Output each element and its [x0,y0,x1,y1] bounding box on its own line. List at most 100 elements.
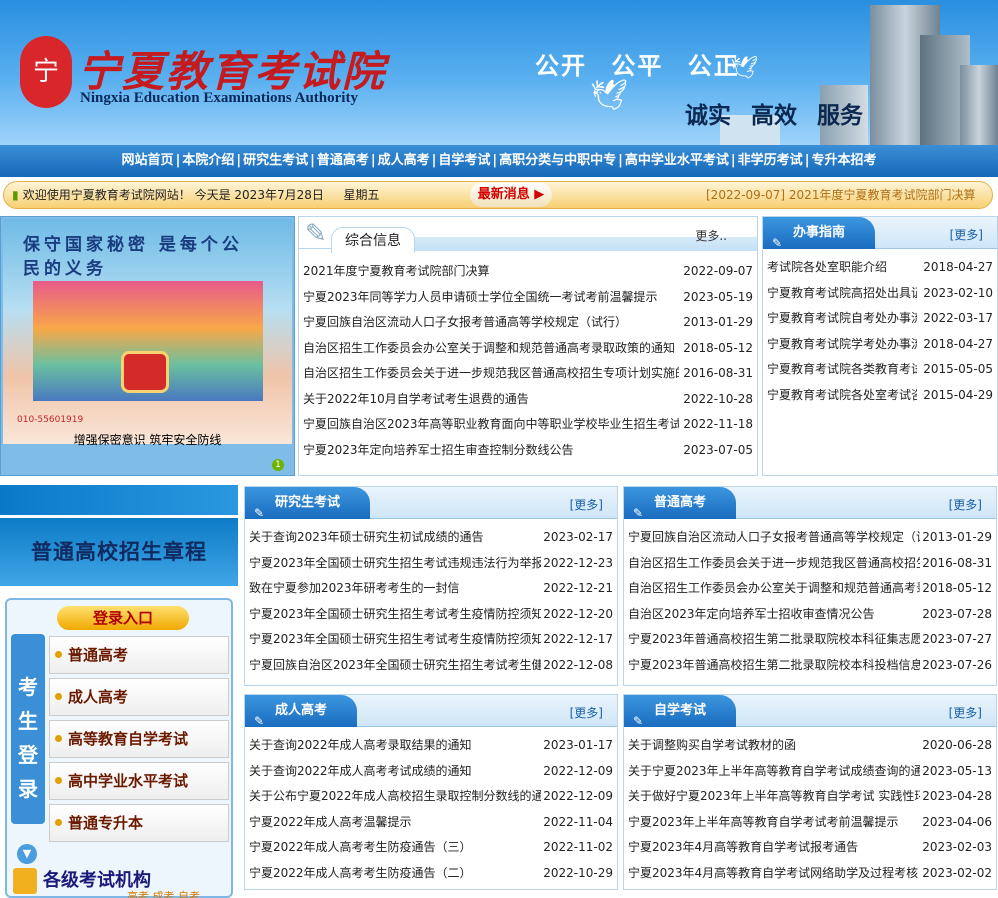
news-ticker: ▮ 欢迎使用宁夏教育考试院网站！ 今天是 2023年7月28日 星期五 最新消息… [3,181,993,209]
notepad-icon: ✎ [305,219,327,249]
nav-academic-level[interactable]: 高中学业水平考试 [625,153,729,168]
login-academic-level-button[interactable]: 高中学业水平考试 [49,762,229,800]
building-icon [13,868,37,894]
list-item[interactable]: 关于做好宁夏2023年上半年高等教育自学考试 实践性环节 2023-04-28 [628,784,992,810]
site-title-en: Ningxia Education Examinations Authority [80,90,358,106]
exam-organizations-subtitle: 高考 成考 自考 [127,890,200,898]
login-entry-panel: 登录入口 考生登录 普通高考 成人高考 高等教育自学考试 高中学业水平考试 普通… [5,598,233,898]
list-item[interactable]: 宁夏2023年4月高等教育自学考试报考通告 2023-02-03 [628,835,992,861]
list-item[interactable]: 宁夏回族自治区2023年全国硕士研究生招生考试考生健康 2022-12-08 [249,653,613,679]
list-item[interactable]: 考试院各处室职能介绍 2018-04-27 [767,255,993,281]
list-item[interactable]: 宁夏2023年全国硕士研究生招生考试考生疫情防控须知 2022-12-20 [249,602,613,628]
login-self-study-button[interactable]: 高等教育自学考试 [49,720,229,758]
login-gaokao-button[interactable]: 普通高考 [49,636,229,674]
list-item[interactable]: 关于查询2023年硕士研究生初试成绩的通告 2023-02-17 [249,525,613,551]
self-study-panel: ✎ 自学考试 [更多] 关于调整购买自学考试教材的函 2020-06-28 关于宁夏… [623,694,997,890]
nav-graduate-exam[interactable]: 研究生考试 [243,153,308,168]
list-item[interactable]: 宁夏教育考试院自考处办事流程2022-03-17 [767,306,993,332]
adult-exam-panel: ✎ 成人高考 [更多] 关于查询2022年成人高考录取结果的通知 2023-01-1… [244,694,618,890]
self-study-more[interactable]: [更多] [949,704,982,721]
login-entry-title: 登录入口 [57,606,189,630]
guide-title: ✎ 办事指南 [763,217,876,250]
login-adult-exam-button[interactable]: 成人高考 [49,678,229,716]
welcome-text: ▮ 欢迎使用宁夏教育考试院网站！ 今天是 2023年7月28日 星期五 [12,188,380,202]
list-item[interactable]: 宁夏回族自治区流动人口子女报考普通高等学校规定（试行） 2013-01-29 [628,525,992,551]
nav-vocational[interactable]: 高职分类与中职中专 [499,153,616,168]
nav-adult-exam[interactable]: 成人高考 [378,153,430,168]
list-item[interactable]: 致在宁夏参加2023年研考考生的一封信 2022-12-21 [249,576,613,602]
slide-indicator[interactable]: 1 [272,459,284,471]
poster-headline: 保守国家秘密 是每个公民的义务 [23,235,243,279]
dove-icon: 🕊 [730,56,758,81]
list-item[interactable]: 宁夏2023年定向培养军士招生审查控制分数线公告 2023-07-05 [303,438,753,464]
list-item[interactable]: 宁夏回族自治区流动人口子女报考普通高等学校规定（试行） 2013-01-29 [303,310,753,336]
adult-exam-more[interactable]: [更多] [570,704,603,721]
adult-exam-title: ✎ 成人高考 [245,695,358,728]
list-item[interactable]: 自治区招生工作委员会关于进一步规范我区普通高校招生 2016-08-31 [628,551,992,577]
chevron-down-icon[interactable]: ▼ [17,844,37,864]
login-upgrade-button[interactable]: 普通专升本 [49,804,229,842]
nav-gaokao[interactable]: 普通高考 [317,153,369,168]
slogan-top: 公开 公平 公正 [535,52,740,80]
general-info-panel: ✎ 综合信息 更多.. 2021年度宁夏教育考试院部门决算 2022-09-07 … [298,216,758,476]
list-item[interactable]: 宁夏2023年普通高校招生第二批录取院校本科征集志愿 2023-07-27 [628,627,992,653]
nav-non-degree[interactable]: 非学历考试 [738,153,803,168]
list-item[interactable]: 宁夏2023年上半年高等教育自学考试考前温馨提示 2023-04-06 [628,810,992,836]
nav-home[interactable]: 网站首页 [122,153,174,168]
list-item[interactable]: 宁夏2022年成人高考考生防疫通告（二） 2022-10-29 [249,861,613,887]
ticker-scroll-link[interactable]: [2022-09-07] 2021年度宁夏教育考试院部门决算 [706,182,975,208]
candidate-login-label: 考生登录 [11,634,45,824]
list-item[interactable]: 自治区招生工作委员会办公室关于调整和规范普通高考录取政策的通知 2018-05-1… [303,336,753,362]
list-item[interactable]: 宁夏2023年全国硕士研究生招生考试违规违法行为举报 2022-12-23 [249,551,613,577]
gaokao-title: ✎ 普通高考 [624,487,737,520]
nav-about[interactable]: 本院介绍 [182,153,234,168]
guide-more[interactable]: [更多] [950,226,983,243]
list-item[interactable]: 关于宁夏2023年上半年高等教育自学考试成绩查询的通知 2023-05-13 [628,759,992,785]
site-header: 宁 宁夏教育考试院 Ningxia Education Examinations… [0,0,998,145]
list-item[interactable]: 宁夏教育考试院高招处出具证明2023-02-10 [767,281,993,307]
list-item[interactable]: 关于公布宁夏2022年成人高校招生录取控制分数线的通知 2022-12-09 [249,784,613,810]
list-item[interactable]: 宁夏回族自治区2023年高等职业教育面向中等职业学校毕业生招生考试 2022-11… [303,412,753,438]
graduate-exam-more[interactable]: [更多] [570,496,603,513]
latest-news-label: 最新消息 ▶ [470,183,552,207]
nav-upgrade[interactable]: 专升本招考 [811,153,876,168]
guide-panel: ✎ 办事指南 [更多] 考试院各处室职能介绍 2018-04-27 宁夏教育考试院高… [762,216,998,476]
dove-icon: 🕊 [590,78,629,113]
admission-charter-banner[interactable]: 普通高校招生章程 [0,518,238,586]
gaokao-more[interactable]: [更多] [949,496,982,513]
list-item[interactable]: 宁夏教育考试院各类教育考试报名2015-05-05 [767,357,993,383]
graduate-exam-panel: ✎ 研究生考试 [更多] 关于查询2023年硕士研究生初试成绩的通告 2023-02… [244,486,618,686]
general-info-title: 综合信息 [331,227,415,253]
list-item[interactable]: 宁夏教育考试院各处室考试咨询电话2015-04-29 [767,383,993,409]
list-item[interactable]: 2021年度宁夏教育考试院部门决算 2022-09-07 [303,259,753,285]
feature-poster[interactable]: 保守国家秘密 是每个公民的义务 010-55601919 增强保密意识 筑牢安全… [0,216,295,476]
list-item[interactable]: 宁夏2023年同等学力人员申请硕士学位全国统一考试考前温馨提示 2023-05-1… [303,285,753,311]
list-item[interactable]: 宁夏2022年成人高考温馨提示 2022-11-04 [249,810,613,836]
list-item[interactable]: 宁夏2022年成人高考考生防疫通告（三） 2022-11-02 [249,835,613,861]
list-item[interactable]: 关于查询2022年成人高考考试成绩的通知 2022-12-09 [249,759,613,785]
left-banner-strip [0,485,238,515]
list-item[interactable]: 自治区2023年定向培养军士招收审查情况公告 2023-07-28 [628,602,992,628]
general-info-more[interactable]: 更多.. [695,227,727,244]
list-item[interactable]: 宁夏2023年全国硕士研究生招生考试考生疫情防控须知 2022-12-17 [249,627,613,653]
self-study-title: ✎ 自学考试 [624,695,737,728]
list-item[interactable]: 自治区招生工作委员会关于进一步规范我区普通高校招生专项计划实施的通知 2016-0… [303,361,753,387]
list-item[interactable]: 宁夏2023年普通高校招生第二批录取院校本科投档信息 2023-07-26 [628,653,992,679]
poster-image[interactable]: 保守国家秘密 是每个公民的义务 010-55601919 [3,219,292,444]
bar-icon: ▮ [12,188,23,202]
main-nav: 网站首页 | 本院介绍 | 研究生考试 | 普通高考 | 成人高考 | 自学考试 | 高职分类与中职中专… [0,145,998,177]
list-item[interactable]: 宁夏教育考试院学考处办事流程2018-04-27 [767,332,993,358]
list-item[interactable]: 关于调整购买自学考试教材的函 2020-06-28 [628,733,992,759]
list-item[interactable]: 宁夏2023年4月高等教育自学考试网络助学及过程考核 2023-02-02 [628,861,992,887]
slogan-bottom: 诚实 高效 服务 [685,103,864,129]
gaokao-panel: ✎ 普通高考 [更多] 宁夏回族自治区流动人口子女报考普通高等学校规定（试行） 20… [623,486,997,686]
list-item[interactable]: 自治区招生工作委员会办公室关于调整和规范普通高考录取 2018-05-12 [628,576,992,602]
site-logo-seal[interactable]: 宁 [20,36,72,108]
graduate-exam-title: ✎ 研究生考试 [245,487,371,520]
seal-icon [121,351,169,393]
nav-self-study[interactable]: 自学考试 [438,153,490,168]
list-item[interactable]: 关于查询2022年成人高考录取结果的通知 2023-01-17 [249,733,613,759]
poster-caption[interactable]: 增强保密意识 筑牢安全防线 [1,431,294,448]
list-item[interactable]: 关于2022年10月自学考试考生退费的通告 2022-10-28 [303,387,753,413]
poster-hotline: 010-55601919 [17,415,84,425]
